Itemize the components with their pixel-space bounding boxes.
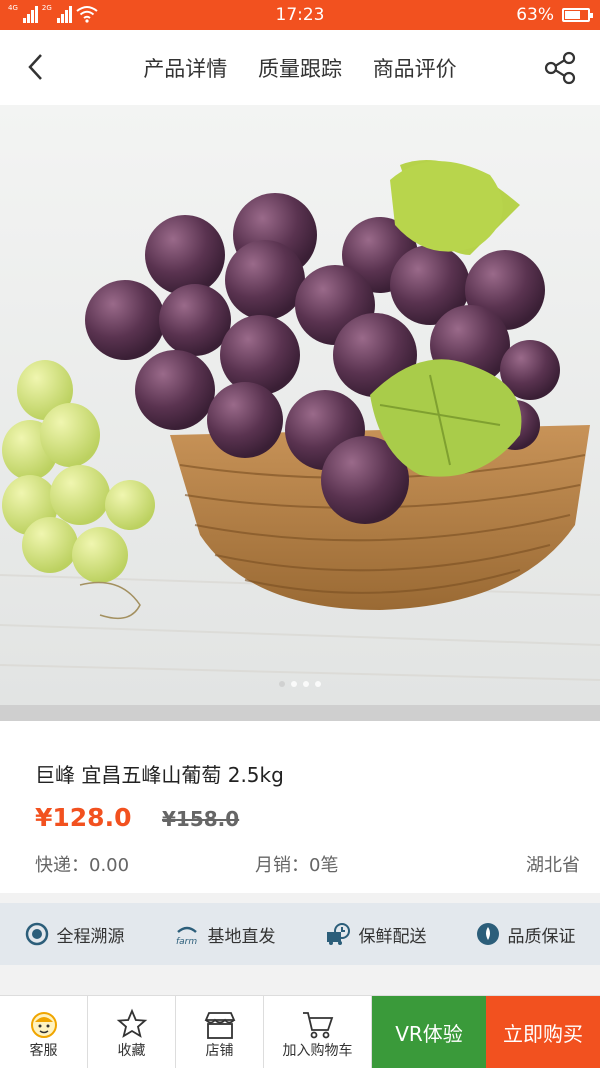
feature-label: 全程溯源 <box>56 926 125 947</box>
service-label: 客服 <box>29 1043 58 1059</box>
bottom-action-bar: 客服 收藏 店铺 加入购物车 VR体验 立即购买 <box>0 995 600 1068</box>
feature-quality-guarantee: 品质保证 <box>476 922 576 947</box>
tab-product-details[interactable]: 产品详情 <box>143 57 227 81</box>
trace-icon <box>25 922 48 946</box>
store-label: 店铺 <box>205 1043 234 1059</box>
product-price: ¥128.0 <box>35 803 132 832</box>
product-info: 巨峰 宜昌五峰山葡萄 2.5kg ¥128.0 ¥158.0 快递：0.00 月… <box>0 721 600 893</box>
farm-icon: farm <box>176 926 197 946</box>
tab-reviews[interactable]: 商品评价 <box>373 57 457 81</box>
quality-shield-icon <box>476 923 499 945</box>
feature-label: 基地直发 <box>207 926 276 947</box>
add-to-cart-button[interactable]: 加入购物车 <box>264 996 372 1068</box>
store-button[interactable]: 店铺 <box>176 996 264 1068</box>
buy-now-button[interactable]: 立即购买 <box>486 996 600 1068</box>
feature-direct-ship: farm 基地直发 <box>174 922 276 947</box>
carousel-indicator <box>0 672 600 691</box>
monthly-sales: 月销：0笔 <box>255 855 339 876</box>
battery-percent: 63% <box>516 5 554 25</box>
store-icon <box>204 1012 235 1039</box>
feature-fresh-delivery: 保鲜配送 <box>325 922 427 947</box>
share-icon[interactable] <box>542 50 578 86</box>
tab-quality-tracking[interactable]: 质量跟踪 <box>258 57 342 81</box>
battery-icon <box>562 8 593 22</box>
product-image[interactable] <box>0 105 600 705</box>
feature-bar: 全程溯源 farm 基地直发 保鲜配送 品质保证 <box>0 903 600 965</box>
top-nav: 产品详情 质量跟踪 商品评价 <box>0 30 600 105</box>
add-cart-label: 加入购物车 <box>282 1043 353 1059</box>
star-icon <box>116 1008 147 1038</box>
delivery-clock-icon <box>326 923 350 945</box>
feature-traceability: 全程溯源 <box>25 922 125 947</box>
cart-icon <box>302 1012 333 1039</box>
original-price: ¥158.0 <box>162 807 240 831</box>
nav-tabs: 产品详情 质量跟踪 商品评价 <box>0 53 600 83</box>
grapes-basket-image <box>0 105 600 705</box>
origin-province: 湖北省 <box>526 855 580 876</box>
vr-experience-button[interactable]: VR体验 <box>372 996 486 1068</box>
status-bar: 4G 2G 17:23 63% <box>0 0 600 30</box>
favorite-button[interactable]: 收藏 <box>88 996 176 1068</box>
feature-label: 品质保证 <box>507 926 576 947</box>
clock: 17:23 <box>275 5 325 25</box>
service-avatar-icon <box>30 1012 57 1038</box>
product-title: 巨峰 宜昌五峰山葡萄 2.5kg <box>35 763 284 787</box>
divider-strip <box>0 705 600 721</box>
customer-service-button[interactable]: 客服 <box>0 996 88 1068</box>
svg-text:farm: farm <box>176 937 197 946</box>
shipping-fee: 快递：0.00 <box>35 855 130 876</box>
feature-label: 保鲜配送 <box>358 926 427 947</box>
favorite-label: 收藏 <box>117 1043 146 1059</box>
